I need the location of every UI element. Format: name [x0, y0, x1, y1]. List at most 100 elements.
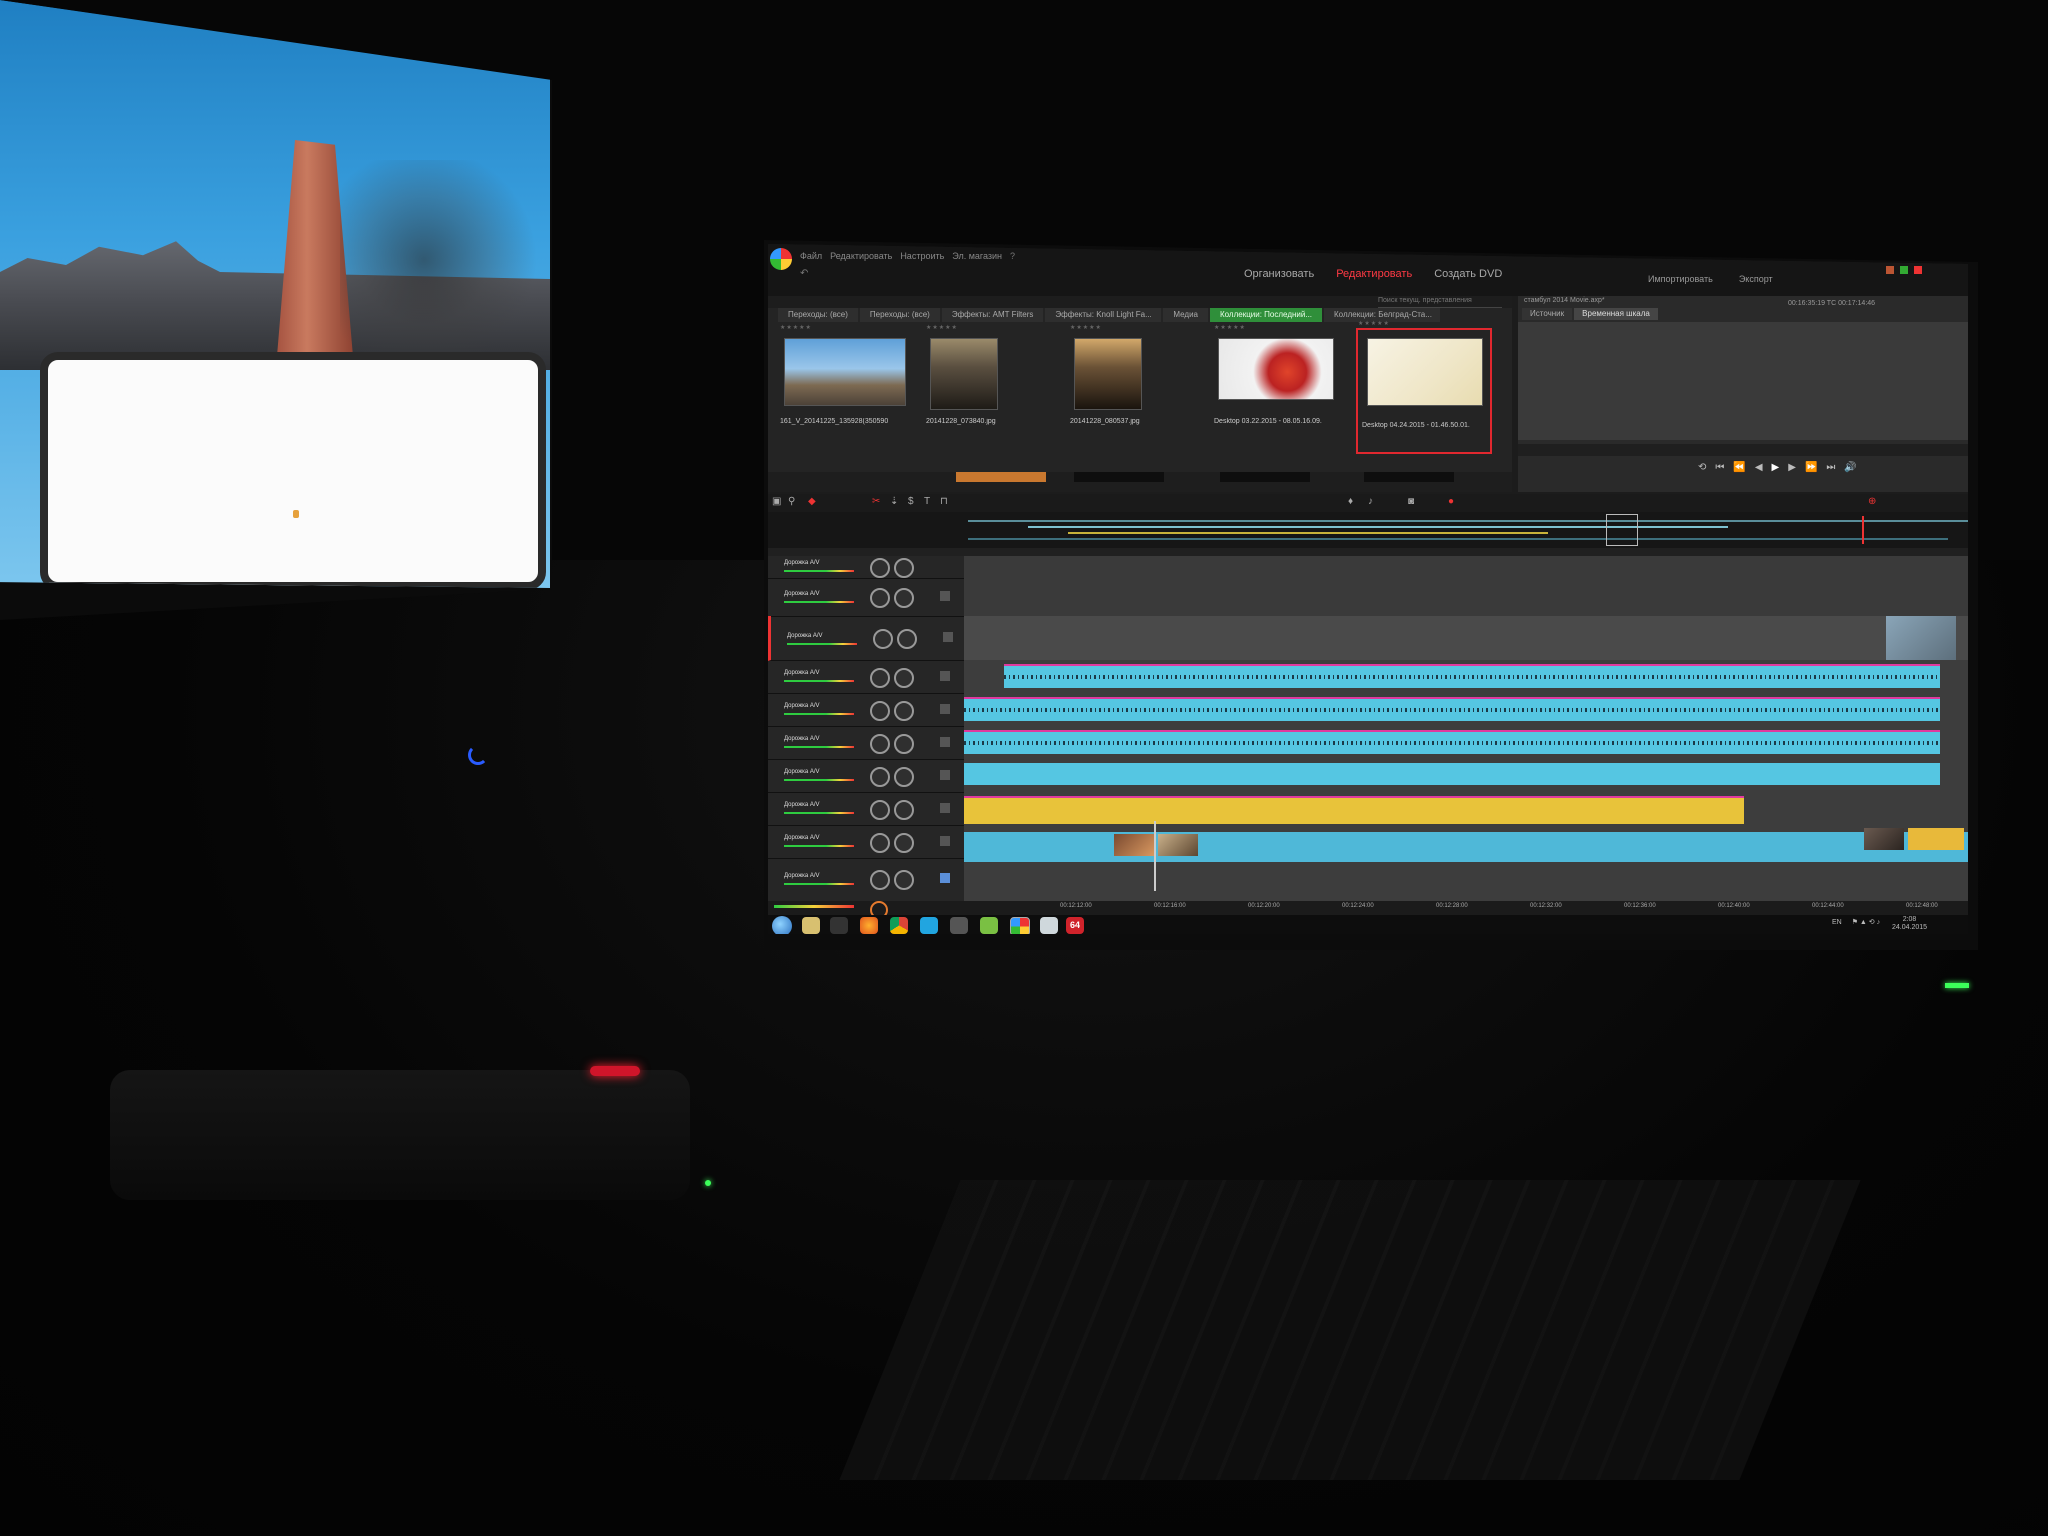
library-tab[interactable]: Эффекты: Knoll Light Fa... [1045, 308, 1162, 322]
volume-knob[interactable] [870, 701, 890, 721]
track-toggle-icon[interactable] [940, 671, 950, 681]
volume-knob[interactable] [870, 558, 890, 578]
track-toggle-icon[interactable] [940, 836, 950, 846]
menu-file[interactable]: Файл [800, 251, 822, 261]
track-header[interactable]: Дорожка A/V [768, 693, 964, 727]
settings-icon[interactable]: ▣ [772, 496, 781, 507]
undo-icon[interactable]: ↶ [800, 268, 808, 279]
pan-knob[interactable] [894, 668, 914, 688]
volume-knob[interactable] [870, 800, 890, 820]
split-icon[interactable]: ⇣ [890, 496, 898, 507]
aida64-icon[interactable]: 64 [1066, 917, 1084, 934]
steam-icon[interactable] [950, 917, 968, 934]
track-header[interactable]: Дорожка A/V [768, 759, 964, 793]
volume-knob[interactable] [870, 588, 890, 608]
tab-import[interactable]: Импортировать [1648, 274, 1713, 284]
clock[interactable]: 2:08 24.04.2015 [1892, 916, 1927, 932]
volume-knob[interactable] [870, 668, 890, 688]
marker-icon[interactable]: ◆ [808, 496, 816, 507]
title-clip[interactable] [1908, 828, 1964, 850]
tray-icons[interactable]: ⚑ ▲ ⟲ ♪ [1852, 919, 1880, 926]
tab-edit[interactable]: Редактировать [1336, 268, 1412, 280]
audio-clip[interactable] [964, 763, 1940, 785]
audio-clip[interactable] [1004, 664, 1940, 688]
track-toggle-icon[interactable] [943, 632, 953, 642]
razor-icon[interactable]: ✂ [872, 496, 880, 507]
timeline-ruler[interactable]: 00:12:12:00 00:12:16:00 00:12:20:00 00:1… [964, 901, 1968, 915]
chrome-icon[interactable] [890, 917, 908, 934]
link-icon[interactable]: ⚲ [788, 496, 795, 507]
close-icon[interactable] [1914, 266, 1922, 274]
start-button[interactable] [772, 916, 792, 934]
track-toggle-icon[interactable] [940, 737, 950, 747]
playhead[interactable] [1154, 821, 1156, 891]
video-clip[interactable] [1886, 616, 1956, 660]
track-header[interactable]: Дорожка A/V [768, 858, 964, 902]
track-header[interactable]: Дорожка A/V [768, 578, 964, 617]
library-tab[interactable]: Переходы: (все) [859, 308, 940, 322]
loop-icon[interactable]: ⟲ [1698, 462, 1706, 473]
volume-knob[interactable] [873, 629, 893, 649]
track-header[interactable]: Дорожка A/V [768, 556, 964, 579]
track-header-selected[interactable]: Дорожка A/V [768, 616, 967, 661]
library-item[interactable]: ★★★★★ 20141228_073840.jpg [926, 325, 1022, 444]
zoom-icon[interactable]: ⊕ [1868, 496, 1876, 507]
track-toggle-icon[interactable] [940, 873, 950, 883]
utorrent-icon[interactable] [980, 917, 998, 934]
audio-clip[interactable] [964, 697, 1940, 721]
library-item-selected[interactable]: ★★★★★ Desktop 04.24.2015 - 01.46.50.01.m… [1356, 321, 1492, 454]
pan-knob[interactable] [894, 800, 914, 820]
navigator-viewport[interactable] [1606, 514, 1638, 546]
track-toggle-icon[interactable] [940, 770, 950, 780]
audio-clip[interactable] [964, 730, 1940, 754]
player-scrubber[interactable] [1518, 444, 1968, 456]
firefox-icon[interactable] [860, 917, 878, 934]
tab-export[interactable]: Экспорт [1739, 274, 1773, 284]
volume-knob[interactable] [870, 767, 890, 787]
video-editor-icon[interactable] [1010, 917, 1030, 934]
go-end-icon[interactable]: ⏭ [1826, 462, 1835, 473]
record-icon[interactable]: ● [1448, 496, 1454, 507]
minimize-icon[interactable] [1886, 266, 1894, 274]
pan-knob[interactable] [894, 870, 914, 890]
snapshot-icon[interactable]: ◙ [1408, 496, 1414, 507]
track-header[interactable]: Дорожка A/V [768, 726, 964, 760]
track-header[interactable]: Дорожка A/V [768, 825, 964, 859]
pan-knob[interactable] [897, 629, 917, 649]
go-start-icon[interactable]: ⏮ [1715, 462, 1724, 473]
library-tab[interactable]: Медиа [1163, 308, 1208, 322]
library-tab[interactable]: Переходы: (все) [778, 308, 858, 322]
library-tab[interactable]: Эффекты: AMT Filters [941, 308, 1044, 322]
track-header[interactable]: Дорожка A/V [768, 660, 964, 694]
tab-timeline[interactable]: Временная шкала [1574, 308, 1658, 320]
play-icon[interactable]: ▶ [1772, 462, 1780, 473]
menu-setup[interactable]: Настроить [900, 251, 944, 261]
dollar-icon[interactable]: $ [908, 496, 914, 507]
volume-knob[interactable] [870, 870, 890, 890]
rewind-icon[interactable]: ⏪ [1733, 462, 1745, 473]
library-item[interactable]: ★★★★★ 161_V_20141225_135928(3505904)... [780, 325, 906, 444]
folder-icon[interactable] [802, 917, 820, 934]
library-tab-active[interactable]: Коллекции: Последний... [1210, 308, 1323, 322]
skype-icon[interactable] [920, 917, 938, 934]
fast-forward-icon[interactable]: ⏩ [1805, 462, 1817, 473]
mic-icon[interactable]: ♦ [1348, 496, 1353, 507]
track-toggle-icon[interactable] [940, 591, 950, 601]
track-header[interactable]: Дорожка A/V [768, 792, 964, 826]
pan-knob[interactable] [894, 833, 914, 853]
help-icon[interactable]: ? [1010, 251, 1015, 261]
media-player-icon[interactable] [830, 917, 848, 934]
step-forward-icon[interactable]: ▶ [1788, 462, 1796, 473]
pan-knob[interactable] [894, 701, 914, 721]
screen-recorder-icon[interactable] [1040, 917, 1058, 934]
title-clip[interactable] [964, 796, 1744, 824]
pan-knob[interactable] [894, 558, 914, 578]
pan-knob[interactable] [894, 767, 914, 787]
lock-icon[interactable]: ⊓ [940, 496, 948, 507]
library-item[interactable]: ★★★★★ Desktop 03.22.2015 - 08.05.16.09.m… [1214, 325, 1334, 444]
title-tool-icon[interactable]: T [924, 496, 930, 507]
library-item[interactable]: ★★★★★ 20141228_080537.jpg [1070, 325, 1166, 444]
tab-create-dvd[interactable]: Создать DVD [1434, 268, 1502, 280]
step-back-icon[interactable]: ◀ [1755, 462, 1763, 473]
library-search-input[interactable]: Поиск текущ. представления [1378, 297, 1502, 308]
